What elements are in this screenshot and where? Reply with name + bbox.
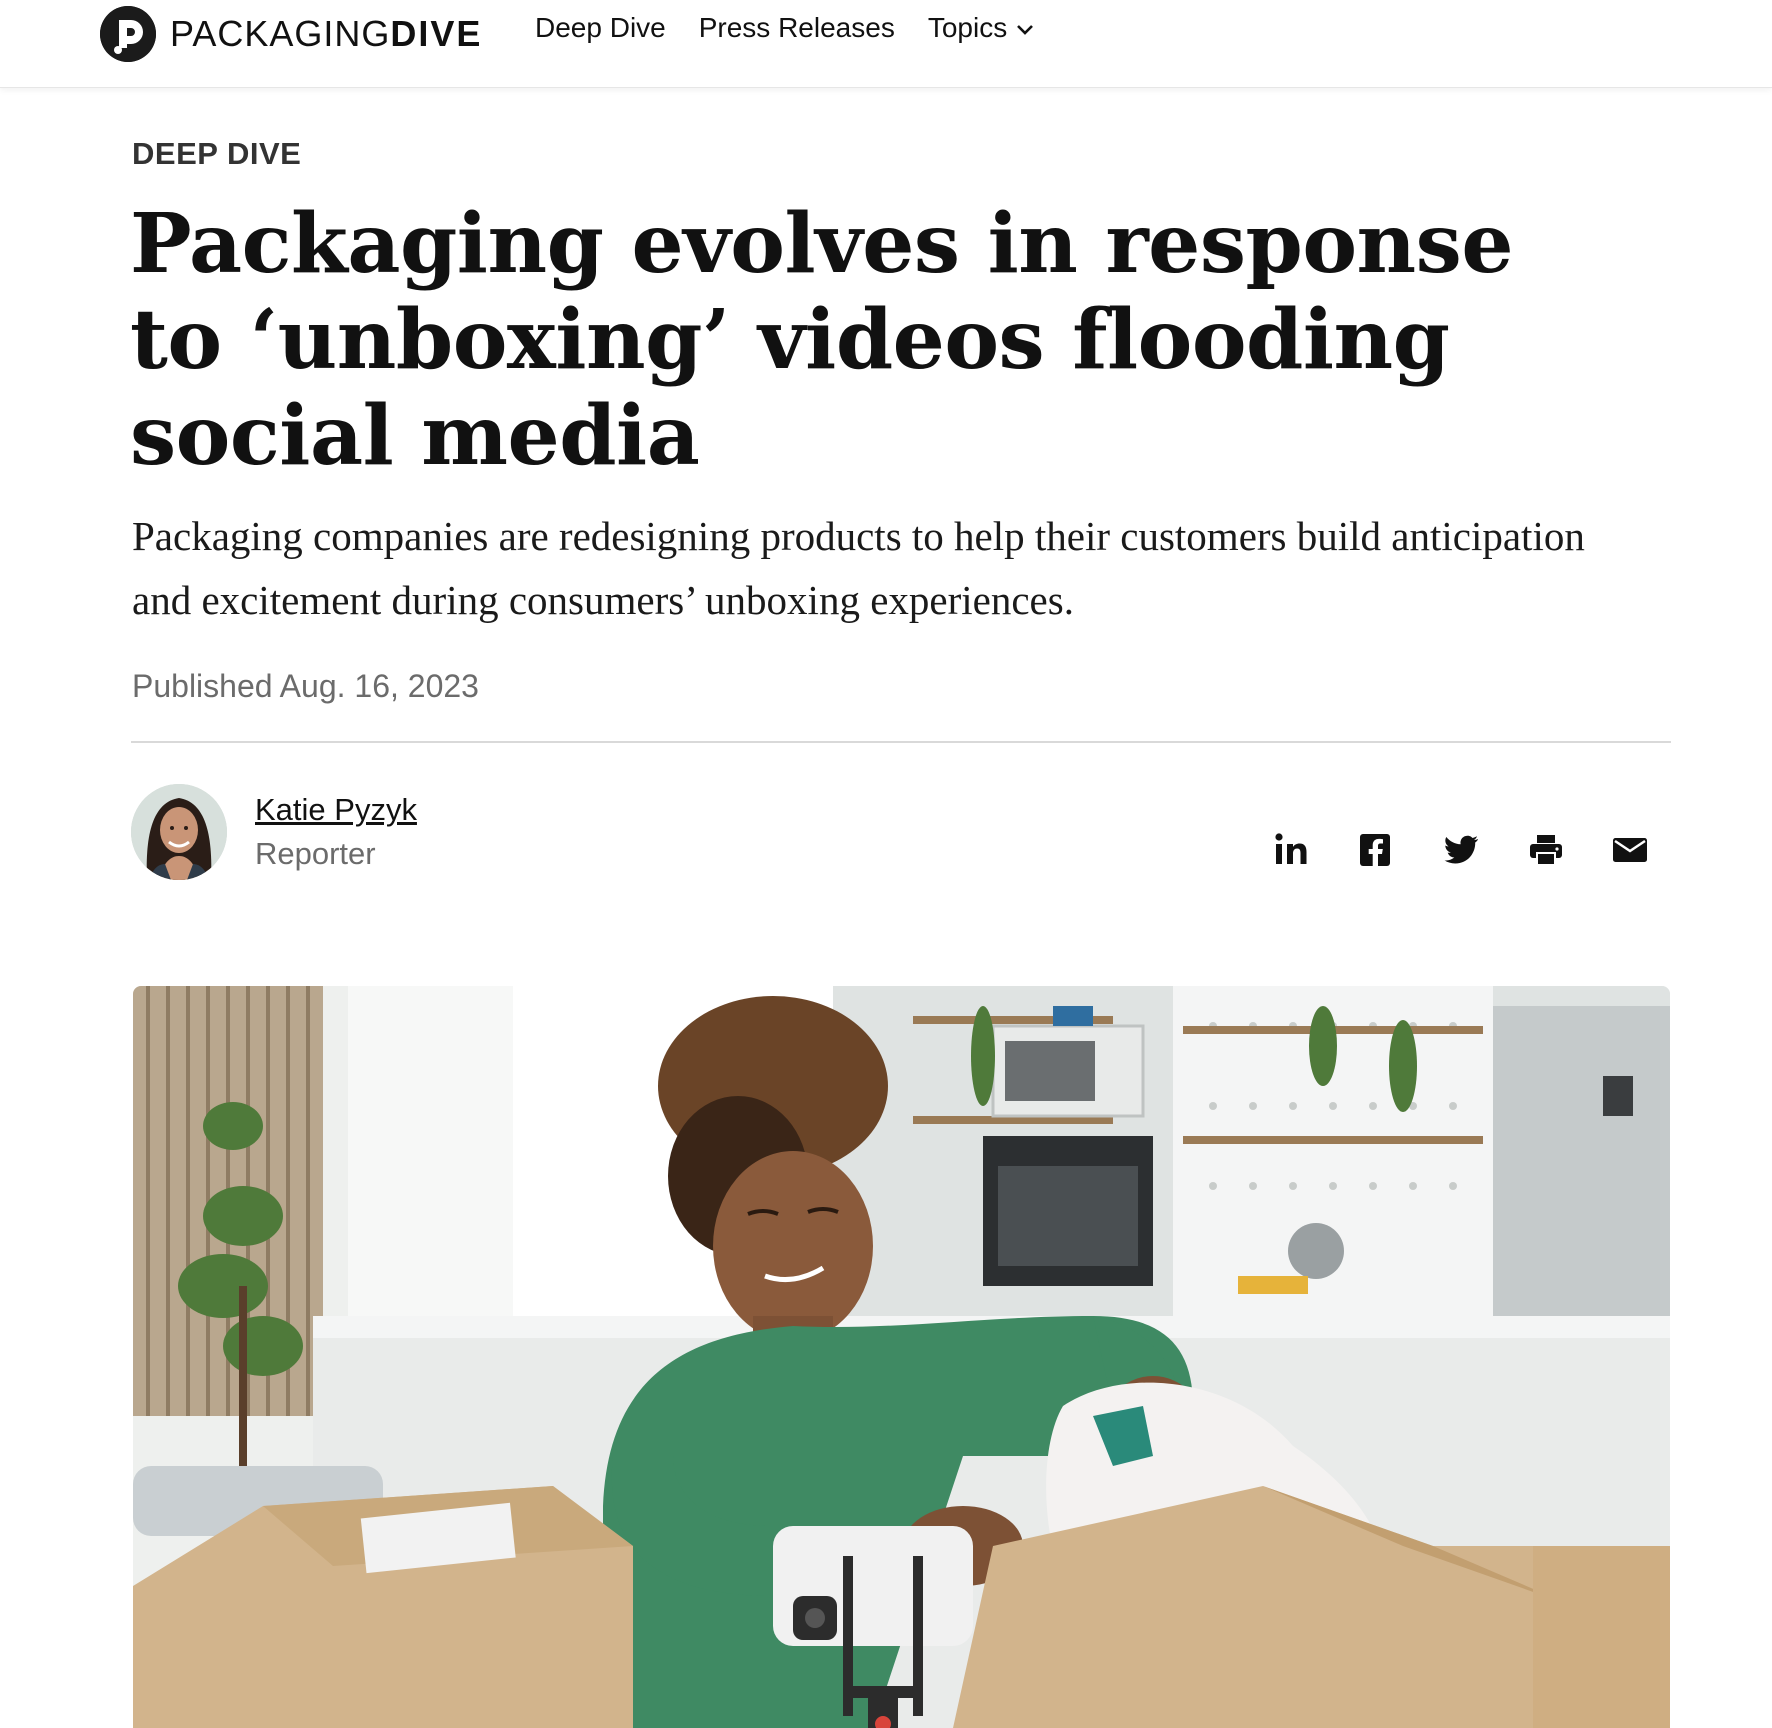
article-headline: Packaging evolves in response to ‘unboxi… [130,196,1513,484]
site-header: PACKAGINGDIVE Deep Dive Press Releases T… [0,0,1772,88]
author-title: Reporter [255,836,376,871]
facebook-icon[interactable] [1356,830,1396,870]
divider [131,741,1671,743]
author-avatar[interactable] [131,784,227,880]
nav-item-label: Deep Dive [535,12,666,43]
nav-item-topics[interactable]: Topics [928,12,1035,44]
nav-item-label: Topics [927,12,1008,43]
site-logo[interactable]: PACKAGINGDIVE [100,4,482,64]
nav-item-press-releases[interactable]: Press Releases [699,12,895,44]
logo-wordmark-light: PACKAGING [170,13,391,54]
main-nav: Deep Dive Press Releases Topics [535,12,1068,44]
logo-wordmark: PACKAGINGDIVE [170,13,482,55]
email-icon[interactable] [1610,830,1650,870]
linkedin-icon[interactable] [1273,830,1313,870]
print-icon[interactable] [1526,830,1566,870]
nav-item-label: Press Releases [698,12,895,43]
chevron-down-icon [1015,12,1035,44]
hero-image [133,986,1670,1728]
logo-mark-icon [100,6,156,62]
nav-item-deep-dive[interactable]: Deep Dive [535,12,666,44]
twitter-icon[interactable] [1441,830,1481,870]
author-name-link[interactable]: Katie Pyzyk [255,792,417,828]
logo-wordmark-bold: DIVE [390,13,483,54]
article-kicker[interactable]: DEEP DIVE [132,136,301,172]
publish-date: Published Aug. 16, 2023 [132,668,479,704]
article-dek: Packaging companies are redesigning prod… [132,513,1585,623]
